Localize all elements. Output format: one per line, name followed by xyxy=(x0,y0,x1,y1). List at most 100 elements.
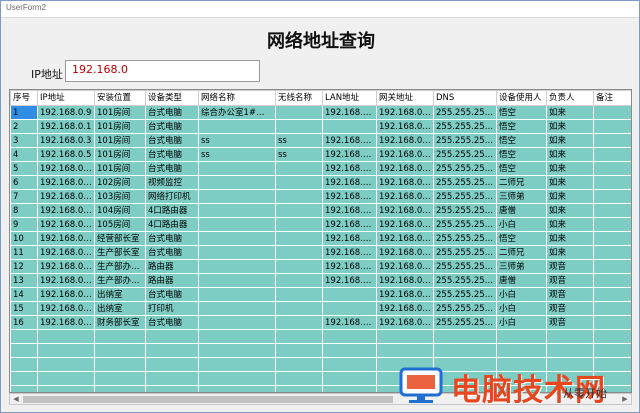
table-cell[interactable]: 255.255.255.0 xyxy=(433,119,497,134)
table-cell[interactable]: 如来 xyxy=(546,245,594,260)
table-cell[interactable]: 如来 xyxy=(546,161,594,176)
table-cell[interactable]: 255.255.255.0 xyxy=(433,245,497,260)
table-cell[interactable]: 网络打印机 xyxy=(145,189,199,204)
table-cell[interactable]: 192.168.7.1 xyxy=(322,217,377,232)
table-cell[interactable] xyxy=(198,217,276,232)
table-cell[interactable]: 观音 xyxy=(546,273,594,288)
table-cell[interactable]: 192.168.0.88 xyxy=(376,273,434,288)
table-cell[interactable]: 192.168.0.88 xyxy=(376,105,434,120)
table-cell[interactable]: 192.168.0.88 xyxy=(376,245,434,260)
table-cell[interactable]: 综合办公室1#电脑 xyxy=(198,105,276,120)
table-cell[interactable]: 192.168.0.3 xyxy=(37,133,95,148)
table-cell[interactable]: 255.255.255.0 xyxy=(433,301,497,316)
table-cell[interactable]: 台式电脑 xyxy=(145,161,199,176)
table-cell[interactable] xyxy=(322,301,377,316)
table-cell[interactable]: 小白 xyxy=(496,217,547,232)
table-cell[interactable]: 7 xyxy=(10,189,38,204)
table-row[interactable]: 12 192.168.0.17 生产部办公... 路由器 192.168.10.1 192… xyxy=(10,259,631,274)
column-header[interactable]: 网关地址 xyxy=(376,90,434,106)
table-cell[interactable] xyxy=(275,119,323,134)
table-cell[interactable] xyxy=(198,273,276,288)
table-cell[interactable]: 192.168.0.9 xyxy=(37,105,95,120)
table-cell[interactable] xyxy=(275,203,323,218)
table-cell[interactable]: 192.168.0.88 xyxy=(376,189,434,204)
table-cell[interactable] xyxy=(593,231,631,246)
table-cell[interactable]: 255.255.255.0 xyxy=(433,203,497,218)
table-cell[interactable] xyxy=(275,259,323,274)
table-cell[interactable]: 192.168.0.17 xyxy=(37,259,95,274)
table-cell[interactable]: 192.168.1.3 xyxy=(322,147,377,162)
table-cell[interactable]: 台式电脑 xyxy=(145,245,199,260)
table-cell[interactable]: ss xyxy=(275,133,323,148)
table-cell[interactable]: 192.168.0.88 xyxy=(376,217,434,232)
table-cell[interactable]: 101房间 xyxy=(94,133,146,148)
table-cell[interactable]: 路由器 xyxy=(145,259,199,274)
table-cell[interactable]: 4口路由器 xyxy=(145,217,199,232)
table-cell[interactable] xyxy=(593,105,631,120)
table-cell[interactable] xyxy=(593,315,631,330)
table-cell[interactable]: 经营部长室 xyxy=(94,231,146,246)
table-cell[interactable]: 255.255.255.0 xyxy=(433,231,497,246)
table-cell[interactable] xyxy=(275,273,323,288)
table-cell[interactable] xyxy=(198,161,276,176)
table-cell[interactable]: 二师兄 xyxy=(496,245,547,260)
table-cell[interactable]: 打印机 xyxy=(145,301,199,316)
table-cell[interactable] xyxy=(593,203,631,218)
table-cell[interactable]: 如来 xyxy=(546,175,594,190)
table-cell[interactable] xyxy=(275,245,323,260)
column-header[interactable]: DNS xyxy=(433,90,497,106)
table-cell[interactable]: 102房间 xyxy=(94,175,146,190)
table-cell[interactable]: 如来 xyxy=(546,147,594,162)
table-cell[interactable]: 104房间 xyxy=(94,203,146,218)
table-cell[interactable]: 192.168.1.3 xyxy=(322,133,377,148)
table-cell[interactable]: 192.168.8.1 xyxy=(322,231,377,246)
table-cell[interactable]: 三师弟 xyxy=(496,189,547,204)
table-cell[interactable] xyxy=(198,119,276,134)
table-cell[interactable]: 14 xyxy=(10,287,38,302)
table-cell[interactable]: 255.255.255.0 xyxy=(433,217,497,232)
table-cell[interactable] xyxy=(593,119,631,134)
table-cell[interactable] xyxy=(593,161,631,176)
table-cell[interactable]: 192.168.6.1 xyxy=(322,203,377,218)
column-header[interactable]: 安装位置 xyxy=(94,90,146,106)
table-cell[interactable]: 255.255.255.0 xyxy=(433,315,497,330)
table-cell[interactable]: 台式电脑 xyxy=(145,231,199,246)
table-cell[interactable]: 路由器 xyxy=(145,273,199,288)
table-cell[interactable]: 192.168.0.5 xyxy=(37,147,95,162)
table-cell[interactable]: 三师弟 xyxy=(496,259,547,274)
table-cell[interactable]: 192.168.10.1 xyxy=(322,259,377,274)
table-cell[interactable]: ss xyxy=(198,147,276,162)
table-cell[interactable]: 观音 xyxy=(546,259,594,274)
table-cell[interactable]: 192.168.0.15 xyxy=(37,231,95,246)
table-cell[interactable] xyxy=(275,287,323,302)
table-cell[interactable]: 255.255.255.0 xyxy=(433,133,497,148)
table-row[interactable]: 1 192.168.0.9 101房间 台式电脑 综合办公室1#电脑 192.168.1.… xyxy=(10,105,631,120)
table-cell[interactable]: 192.168.4.1 xyxy=(322,175,377,190)
table-cell[interactable]: ss xyxy=(198,133,276,148)
table-cell[interactable] xyxy=(322,287,377,302)
table-cell[interactable]: 二师兄 xyxy=(496,175,547,190)
column-header[interactable]: 备注 xyxy=(593,90,631,106)
table-cell[interactable] xyxy=(198,315,276,330)
table-cell[interactable]: 观音 xyxy=(546,301,594,316)
table-cell[interactable]: ss xyxy=(275,147,323,162)
table-cell[interactable]: 如来 xyxy=(546,189,594,204)
table-cell[interactable]: 192.168.0.1 xyxy=(37,119,95,134)
table-cell[interactable]: 255.255.255.0 xyxy=(433,175,497,190)
table-cell[interactable]: 101房间 xyxy=(94,147,146,162)
table-cell[interactable] xyxy=(275,217,323,232)
column-header[interactable]: 序号 xyxy=(10,90,38,106)
table-cell[interactable]: 悟空 xyxy=(496,231,547,246)
table-cell[interactable]: 192.168.0.88 xyxy=(376,161,434,176)
table-cell[interactable] xyxy=(275,175,323,190)
table-cell[interactable]: 103房间 xyxy=(94,189,146,204)
table-cell[interactable]: 6 xyxy=(10,175,38,190)
table-cell[interactable]: 255.255.255.0 xyxy=(433,273,497,288)
table-cell[interactable]: 15 xyxy=(10,301,38,316)
table-cell[interactable]: 台式电脑 xyxy=(145,119,199,134)
table-cell[interactable]: 如来 xyxy=(546,217,594,232)
table-row[interactable]: 11 192.168.0.16 生产部长室 台式电脑 192.168.9.1 192.16… xyxy=(10,245,631,260)
table-cell[interactable]: 4 xyxy=(10,147,38,162)
table-cell[interactable]: 192.168.0.10 xyxy=(37,161,95,176)
column-header[interactable]: 设备类型 xyxy=(145,90,199,106)
